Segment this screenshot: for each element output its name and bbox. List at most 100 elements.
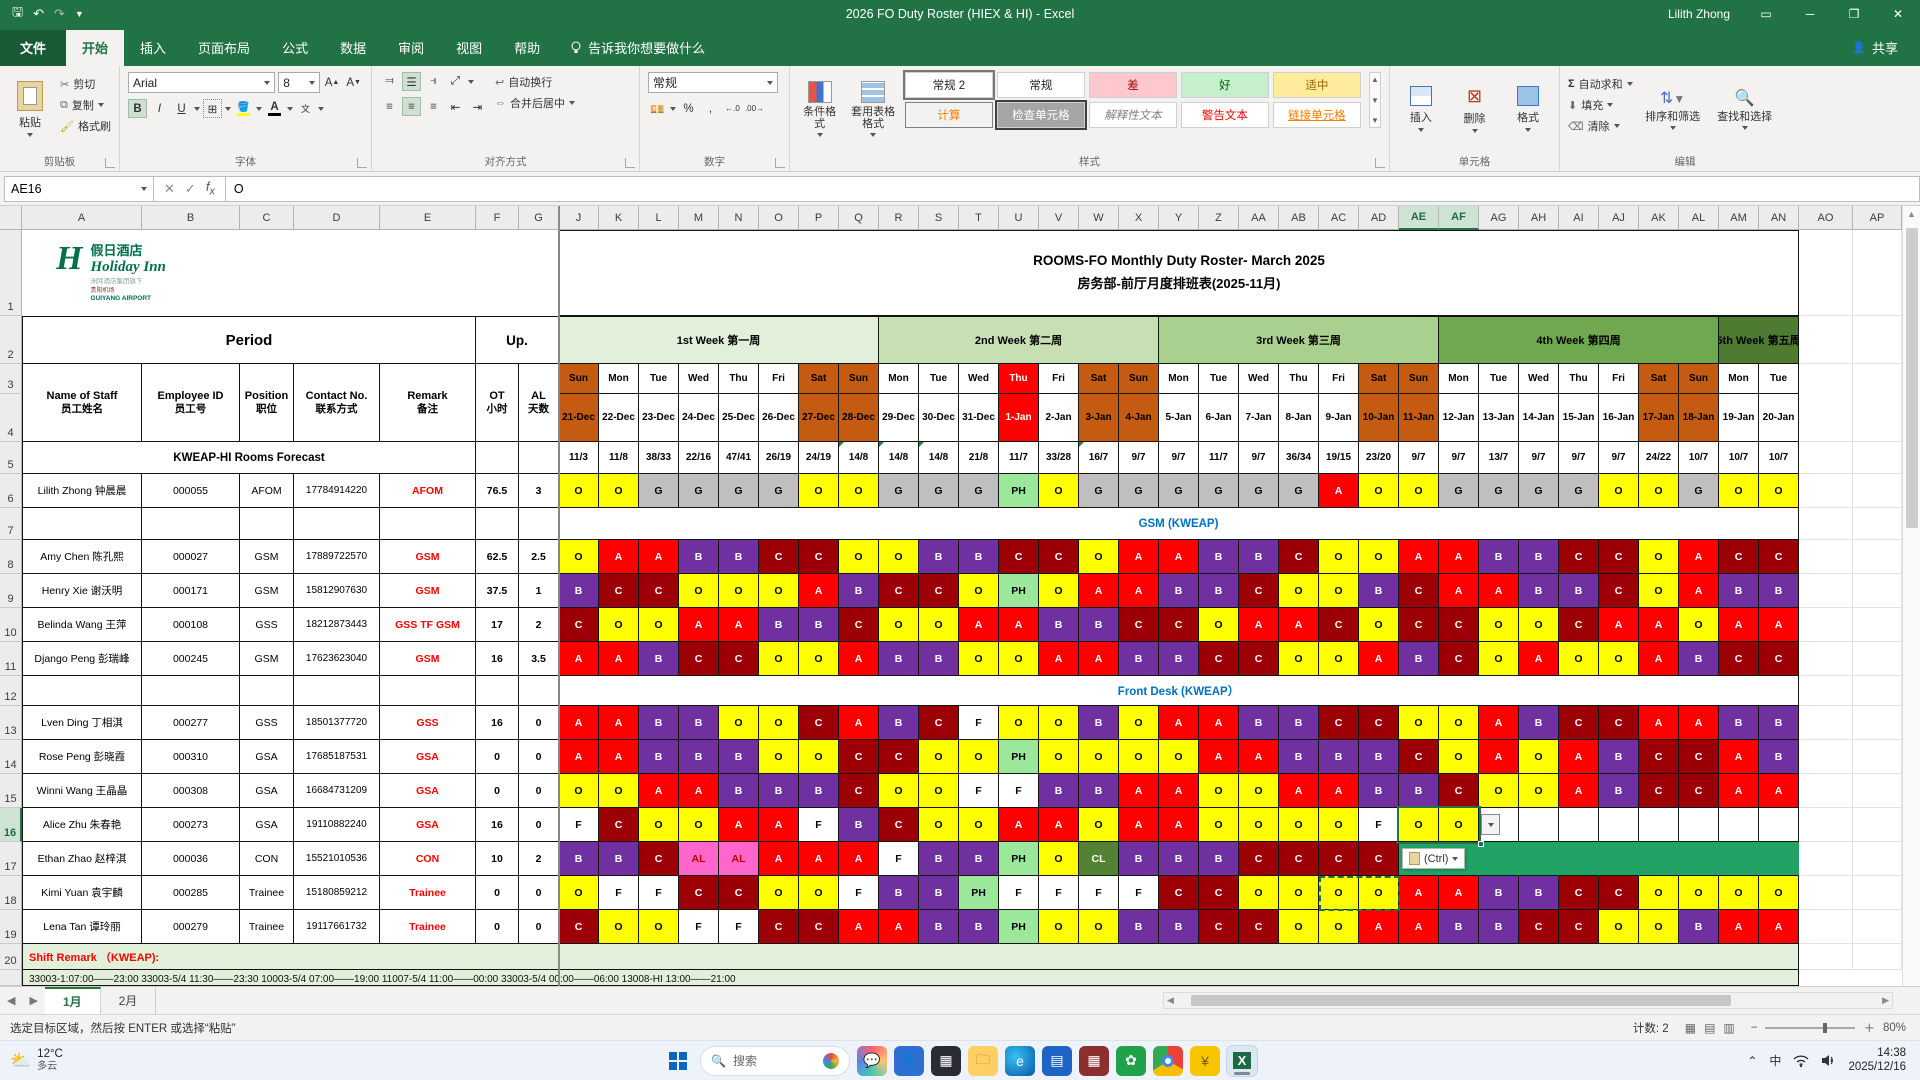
position-cell[interactable]: GSA bbox=[240, 740, 294, 774]
roster-cell[interactable]: O bbox=[1519, 774, 1559, 808]
contact-cell[interactable]: 19110882240 bbox=[294, 808, 380, 842]
roster-cell[interactable]: O bbox=[999, 706, 1039, 740]
wrap-text-button[interactable]: ↩ 自动换行 bbox=[495, 74, 575, 90]
roster-cell[interactable]: O bbox=[599, 474, 639, 508]
roster-cell[interactable]: A bbox=[1119, 774, 1159, 808]
roster-cell[interactable]: A bbox=[1199, 706, 1239, 740]
roster-cell[interactable]: G bbox=[1519, 474, 1559, 508]
roster-cell[interactable]: A bbox=[1759, 774, 1799, 808]
remark-cell[interactable]: CON bbox=[380, 842, 476, 876]
roster-cell[interactable]: O bbox=[639, 910, 679, 944]
roster-cell[interactable]: A bbox=[1199, 740, 1239, 774]
roster-cell[interactable]: A bbox=[959, 608, 999, 642]
roster-cell[interactable]: B bbox=[1519, 540, 1559, 574]
roster-cell[interactable]: O bbox=[839, 540, 879, 574]
roster-cell[interactable]: F bbox=[719, 910, 759, 944]
roster-cell[interactable]: G bbox=[1159, 474, 1199, 508]
orientation-icon[interactable]: ⤢ bbox=[446, 72, 465, 91]
roster-cell[interactable]: B bbox=[759, 774, 799, 808]
roster-cell[interactable]: C bbox=[1239, 842, 1279, 876]
roster-cell[interactable]: A bbox=[1679, 574, 1719, 608]
roster-cell[interactable]: O bbox=[559, 540, 599, 574]
roster-cell[interactable]: B bbox=[919, 876, 959, 910]
roster-cell[interactable]: F bbox=[1119, 876, 1159, 910]
forecast-cell[interactable]: 9/7 bbox=[1119, 442, 1159, 474]
cell[interactable] bbox=[519, 676, 559, 706]
roster-cell[interactable]: A bbox=[599, 540, 639, 574]
roster-cell[interactable]: O bbox=[1119, 740, 1159, 774]
cell[interactable] bbox=[1853, 316, 1902, 364]
row-header-21[interactable] bbox=[0, 970, 22, 986]
cell[interactable] bbox=[1853, 706, 1902, 740]
roster-cell[interactable]: C bbox=[1159, 608, 1199, 642]
row-header-17[interactable]: 17 bbox=[0, 842, 22, 876]
cell[interactable] bbox=[380, 676, 476, 706]
align-middle-icon[interactable]: ☰ bbox=[402, 72, 421, 91]
cell[interactable] bbox=[1853, 842, 1902, 876]
roster-cell[interactable]: B bbox=[1199, 574, 1239, 608]
cell[interactable] bbox=[1853, 474, 1902, 508]
roster-cell[interactable]: C bbox=[1199, 642, 1239, 676]
conditional-formatting-button[interactable]: 条件格式 bbox=[798, 72, 841, 146]
page-break-icon[interactable]: ▥ bbox=[1723, 1021, 1734, 1035]
column-header-W[interactable]: W bbox=[1079, 206, 1119, 230]
sheet-nav-left-icon[interactable]: ◀ bbox=[0, 994, 22, 1007]
roster-cell[interactable]: B bbox=[959, 910, 999, 944]
roster-cell[interactable]: C bbox=[1279, 842, 1319, 876]
roster-cell[interactable]: B bbox=[1199, 842, 1239, 876]
column-header-AG[interactable]: AG bbox=[1479, 206, 1519, 230]
sheet-tab-jan[interactable]: 1月 bbox=[44, 987, 101, 1014]
decrease-decimal-icon[interactable]: .00→ bbox=[745, 99, 764, 118]
al-cell[interactable]: 2 bbox=[519, 608, 559, 642]
roster-cell[interactable]: C bbox=[1319, 608, 1359, 642]
roster-cell[interactable]: B bbox=[639, 740, 679, 774]
cell[interactable] bbox=[476, 442, 519, 474]
roster-cell[interactable]: G bbox=[1239, 474, 1279, 508]
row-header-4[interactable]: 4 bbox=[0, 394, 22, 442]
roster-cell[interactable]: C bbox=[1559, 706, 1599, 740]
roster-cell[interactable]: A bbox=[839, 706, 879, 740]
forecast-cell[interactable]: 14/8 bbox=[879, 442, 919, 474]
roster-cell[interactable]: G bbox=[1479, 474, 1519, 508]
ot-cell[interactable]: 62.5 bbox=[476, 540, 519, 574]
cell[interactable] bbox=[1853, 508, 1902, 540]
horizontal-scrollbar[interactable]: ◀ ▶ bbox=[1163, 992, 1893, 1009]
forecast-cell[interactable]: 10/7 bbox=[1759, 442, 1799, 474]
column-header-R[interactable]: R bbox=[879, 206, 919, 230]
roster-cell[interactable]: B bbox=[759, 608, 799, 642]
ot-cell[interactable]: 16 bbox=[476, 808, 519, 842]
roster-cell[interactable]: PH bbox=[999, 842, 1039, 876]
roster-cell[interactable]: O bbox=[1239, 876, 1279, 910]
cell[interactable] bbox=[294, 508, 380, 540]
column-header-AL[interactable]: AL bbox=[1679, 206, 1719, 230]
roster-cell[interactable]: G bbox=[1199, 474, 1239, 508]
roster-cell[interactable]: O bbox=[1759, 474, 1799, 508]
forecast-cell[interactable]: 10/7 bbox=[1679, 442, 1719, 474]
ime-indicator[interactable]: 中 bbox=[1769, 1052, 1781, 1069]
roster-cell[interactable]: B bbox=[1039, 608, 1079, 642]
forecast-cell[interactable]: 14/8 bbox=[839, 442, 879, 474]
remark-cell[interactable]: GSA bbox=[380, 774, 476, 808]
forecast-cell[interactable]: 47/41 bbox=[719, 442, 759, 474]
cell[interactable] bbox=[380, 508, 476, 540]
roster-cell[interactable]: O bbox=[999, 642, 1039, 676]
column-header-AI[interactable]: AI bbox=[1559, 206, 1599, 230]
roster-cell[interactable]: C bbox=[1559, 910, 1599, 944]
roster-cell[interactable]: A bbox=[759, 808, 799, 842]
roster-cell[interactable]: C bbox=[1639, 774, 1679, 808]
roster-cell[interactable]: O bbox=[1279, 642, 1319, 676]
cell[interactable] bbox=[1853, 642, 1902, 676]
maximize-button[interactable]: ❐ bbox=[1832, 0, 1876, 28]
column-header-M[interactable]: M bbox=[679, 206, 719, 230]
al-cell[interactable]: 0 bbox=[519, 740, 559, 774]
forecast-cell[interactable]: 11/7 bbox=[1199, 442, 1239, 474]
roster-cell[interactable]: O bbox=[1719, 876, 1759, 910]
remark-cell[interactable]: GSM bbox=[380, 574, 476, 608]
sheet-nav-right-icon[interactable]: ▶ bbox=[22, 994, 44, 1007]
roster-cell[interactable]: O bbox=[759, 642, 799, 676]
cell[interactable] bbox=[1853, 230, 1902, 316]
roster-cell[interactable]: A bbox=[799, 574, 839, 608]
roster-cell[interactable]: O bbox=[759, 740, 799, 774]
contact-cell[interactable]: 16684731209 bbox=[294, 774, 380, 808]
tab-data[interactable]: 数据 bbox=[324, 30, 382, 66]
